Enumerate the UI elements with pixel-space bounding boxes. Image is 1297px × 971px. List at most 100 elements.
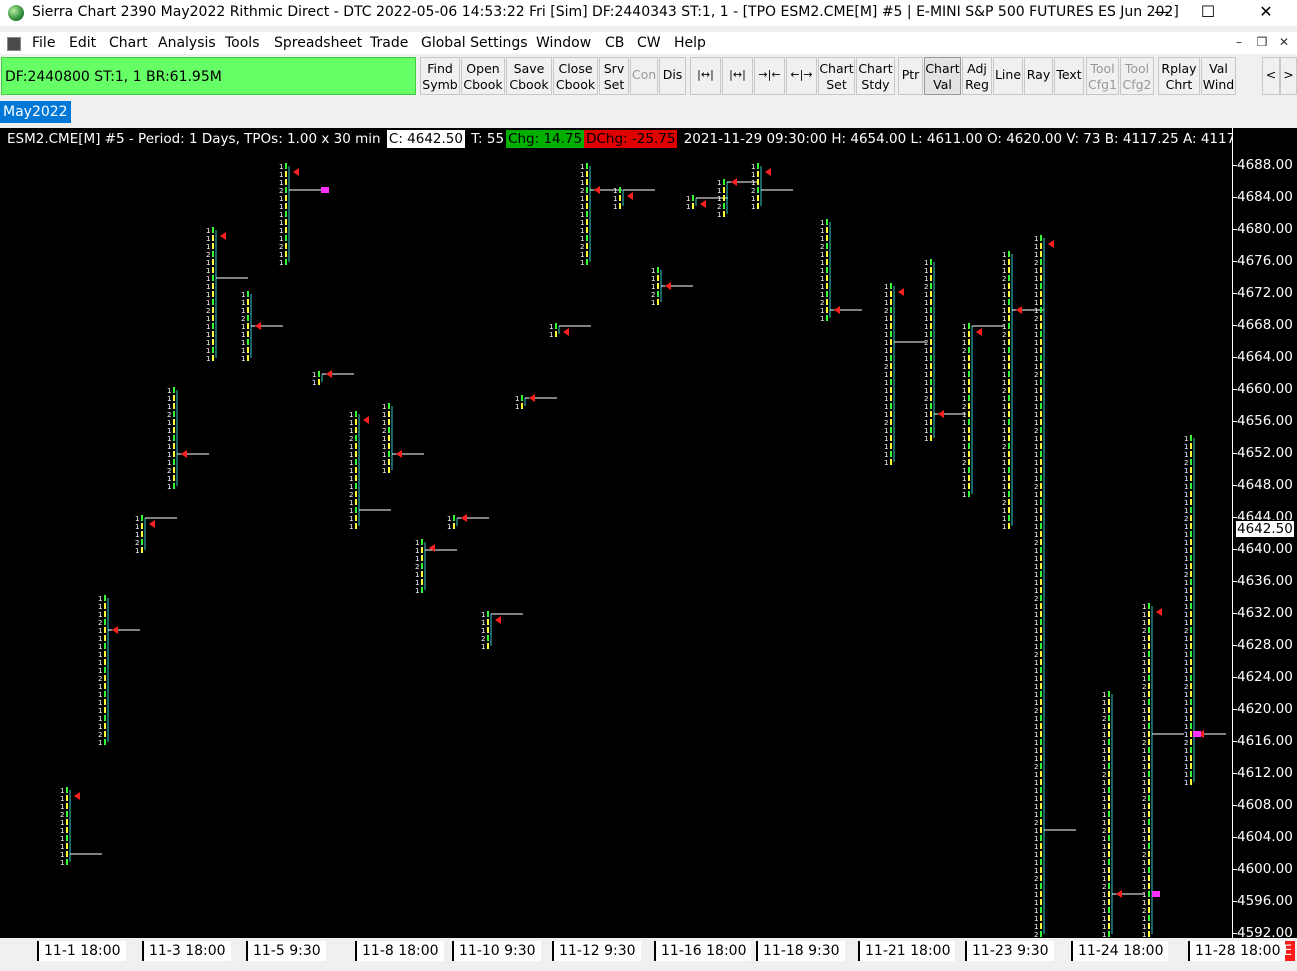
- tpo-block: [104, 619, 106, 625]
- close-chartbook-button[interactable]: Close Cbook: [553, 57, 598, 95]
- tpo-count: 1: [924, 323, 928, 331]
- tpo-profile[interactable]: 11121111112111111211111: [924, 259, 966, 443]
- tpo-block: [1040, 475, 1042, 481]
- tpo-profile[interactable]: 111211: [751, 163, 793, 211]
- tpo-count: 1: [1034, 291, 1038, 299]
- tpo-profile[interactable]: 1112111111211111121111112111111: [1102, 691, 1144, 938]
- tool-config2-button[interactable]: Tool Cfg2: [1120, 57, 1154, 95]
- tool-config1-button[interactable]: Tool Cfg1: [1086, 57, 1119, 95]
- expand-bars-icon[interactable]: ←|→: [786, 57, 817, 95]
- mdi-minimize-button[interactable]: –: [1228, 35, 1250, 53]
- menu-trade[interactable]: Trade: [370, 35, 408, 51]
- tpo-profile[interactable]: 1112111111211111121111112111111211111121…: [1034, 235, 1076, 938]
- single-print-marker: [321, 187, 329, 193]
- menu-global-settings[interactable]: Global Settings: [421, 35, 528, 51]
- current-price-tag: 4642.50: [1235, 520, 1295, 538]
- tpo-profile[interactable]: 11: [686, 195, 728, 211]
- tpo-block: [1190, 467, 1192, 473]
- tpo-block: [1040, 323, 1042, 329]
- menu-analysis[interactable]: Analysis: [158, 35, 216, 51]
- tpo-block: [66, 827, 68, 833]
- text-tool-button[interactable]: Text: [1054, 57, 1084, 95]
- tpo-count: 1: [962, 467, 966, 475]
- mdi-restore-button[interactable]: ❐: [1251, 35, 1273, 53]
- tpo-profile[interactable]: 1112111: [415, 539, 457, 595]
- replay-chart-button[interactable]: Rplay Chrt: [1158, 57, 1200, 95]
- mdi-close-button[interactable]: ✕: [1273, 35, 1295, 53]
- tpo-block: [421, 555, 423, 561]
- line-tool-button[interactable]: Line: [993, 57, 1023, 95]
- tpo-block: [104, 675, 106, 681]
- menu-chart[interactable]: Chart: [109, 35, 147, 51]
- chart-values-button[interactable]: Chart Val: [924, 57, 961, 95]
- adjust-region-button[interactable]: Adj Reg: [962, 57, 992, 95]
- chart-studies-button[interactable]: Chart Stdy: [856, 57, 895, 95]
- tpo-count: 1: [382, 411, 386, 419]
- tpo-profile[interactable]: 11121: [135, 515, 177, 555]
- menu-help[interactable]: Help: [674, 35, 706, 51]
- menu-cw[interactable]: CW: [637, 35, 661, 51]
- tpo-plot-area[interactable]: 1112111111111211111121111112111121111211…: [0, 128, 1232, 938]
- tpo-profile[interactable]: 1112111111211111121111: [962, 323, 1004, 499]
- tpo-profile[interactable]: 11121: [651, 267, 693, 307]
- tpo-block: [388, 459, 390, 465]
- compress-bars-icon[interactable]: →|←: [754, 57, 785, 95]
- time-scale[interactable]: 2 E 11-1 18:0011-3 18:0011-5 9:3011-8 18…: [0, 938, 1297, 971]
- tpo-count: 1: [580, 235, 584, 243]
- save-chartbook-button[interactable]: Save Cbook: [506, 57, 552, 95]
- tpo-profile[interactable]: 1112111111211111121: [98, 595, 140, 747]
- fit-width-icon[interactable]: |↔|: [690, 57, 721, 95]
- tpo-profile[interactable]: 111211111: [382, 403, 424, 475]
- tpo-count: 1: [1034, 467, 1038, 475]
- tpo-profile[interactable]: 1112111111211111121111112111111211111121…: [1142, 603, 1184, 938]
- menu-file[interactable]: File: [32, 35, 55, 51]
- tpo-profile[interactable]: 11: [312, 370, 354, 387]
- close-arrow-marker: [293, 168, 299, 176]
- maximize-button[interactable]: ☐: [1185, 0, 1231, 26]
- tpo-block: [212, 283, 214, 289]
- tpo-count: 1: [1034, 899, 1038, 907]
- menu-cb[interactable]: CB: [605, 35, 624, 51]
- menu-window[interactable]: Window: [536, 35, 591, 51]
- values-window-button[interactable]: Val Wind: [1201, 57, 1236, 95]
- tpo-profile[interactable]: 11: [515, 394, 557, 411]
- tpo-profile[interactable]: 11121: [481, 611, 523, 651]
- expand-width-icon[interactable]: |↔|: [722, 57, 753, 95]
- tpo-profile[interactable]: 11: [447, 514, 489, 531]
- ray-tool-button[interactable]: Ray: [1024, 57, 1053, 95]
- find-symbol-button[interactable]: Find Symb: [420, 57, 460, 95]
- tpo-count: 1: [1184, 731, 1188, 739]
- tpo-profile[interactable]: 1112111111211: [167, 387, 209, 491]
- menu-tools[interactable]: Tools: [225, 35, 260, 51]
- connect-button[interactable]: Con: [630, 57, 658, 95]
- tpo-profile[interactable]: 11: [549, 323, 591, 339]
- tpo-profile[interactable]: 1112111111211: [820, 219, 862, 323]
- tpo-profile[interactable]: 1112111111: [60, 787, 102, 867]
- menu-edit[interactable]: Edit: [69, 35, 96, 51]
- tpo-profile[interactable]: 1112111111211111121111112111111211111121…: [1184, 435, 1226, 787]
- toolbar-scroll-left-button[interactable]: <: [1262, 57, 1280, 95]
- tpo-profile[interactable]: 1112111111211: [279, 163, 321, 267]
- tpo-profile[interactable]: 1112111111211: [580, 163, 622, 267]
- tpo-block: [826, 227, 828, 233]
- close-button[interactable]: ✕: [1243, 0, 1289, 26]
- open-chartbook-button[interactable]: Open Cbook: [461, 57, 505, 95]
- tpo-count: 1: [382, 467, 386, 475]
- tpo-profile[interactable]: 111: [613, 187, 655, 211]
- tpo-block: [1148, 843, 1150, 849]
- chart-settings-button[interactable]: Chart Set: [818, 57, 855, 95]
- tpo-chart[interactable]: 1112111111111211111121111112111121111211…: [0, 128, 1297, 938]
- server-settings-button[interactable]: Srv Set: [599, 57, 629, 95]
- tpo-profile[interactable]: 11121111112111111211111: [884, 283, 926, 467]
- document-icon[interactable]: [7, 37, 21, 51]
- menu-spreadsheet[interactable]: Spreadsheet: [274, 35, 362, 51]
- minimize-button[interactable]: —: [1139, 0, 1185, 26]
- tpo-count: 1: [1102, 931, 1106, 938]
- pointer-tool-button[interactable]: Ptr: [898, 57, 923, 95]
- tpo-profile[interactable]: 111211111: [241, 291, 283, 363]
- toolbar-scroll-right-button[interactable]: >: [1280, 57, 1297, 95]
- tab-may2022[interactable]: May2022: [0, 101, 71, 123]
- tpo-count: 1: [1034, 739, 1038, 747]
- disconnect-button[interactable]: Dis: [659, 57, 686, 95]
- price-scale[interactable]: 4688.00 4684.00 4680.00 4676.00 4672.00 4668.…: [1232, 128, 1297, 938]
